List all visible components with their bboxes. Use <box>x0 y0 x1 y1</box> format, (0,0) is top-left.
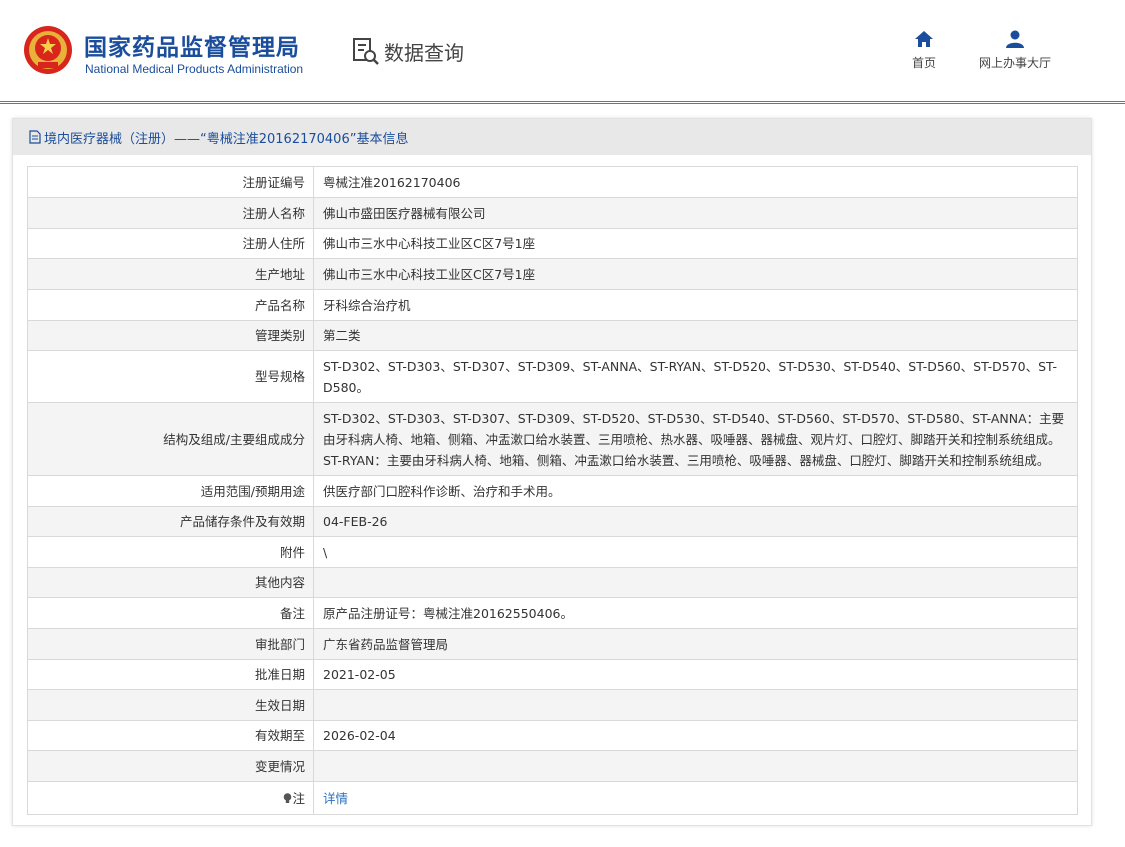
row-label: 注册人名称 <box>27 197 314 229</box>
table-row: 型号规格 ST-D302、ST-D303、ST-D307、ST-D309、ST-… <box>27 350 1078 403</box>
table-row: 结构及组成/主要组成成分 ST-D302、ST-D303、ST-D307、ST-… <box>27 402 1078 476</box>
row-value: ST-D302、ST-D303、ST-D307、ST-D309、ST-D520、… <box>313 402 1078 476</box>
row-label: 注册人住所 <box>27 228 314 259</box>
row-label: 管理类别 <box>27 320 314 351</box>
row-label: 附件 <box>27 536 314 568</box>
site-title-en: National Medical Products Administration <box>85 62 304 76</box>
panel-title: 境内医疗器械（注册）——“粤械注准20162170406”基本信息 <box>44 131 409 147</box>
row-label: 有效期至 <box>27 720 314 751</box>
row-value: 广东省药品监督管理局 <box>313 628 1078 660</box>
table-row: 审批部门 广东省药品监督管理局 <box>27 628 1078 660</box>
national-emblem-icon <box>24 26 72 74</box>
document-icon <box>29 130 41 144</box>
data-query-label: 数据查询 <box>384 40 464 65</box>
nav-online-hall[interactable]: 网上办事大厅 <box>979 30 1051 71</box>
row-value <box>313 750 1078 782</box>
data-query-title[interactable]: 数据查询 <box>352 36 464 66</box>
row-label: 产品储存条件及有效期 <box>27 506 314 537</box>
table-row: 注 详情 <box>27 781 1078 815</box>
table-row: 其他内容 <box>27 567 1078 598</box>
home-icon <box>915 31 933 47</box>
info-panel: 境内医疗器械（注册）——“粤械注准20162170406”基本信息 注册证编号 … <box>12 118 1092 826</box>
table-row: 注册人名称 佛山市盛田医疗器械有限公司 <box>27 197 1078 229</box>
table-row: 注册证编号 粤械注准20162170406 <box>27 166 1078 198</box>
row-value: ST-D302、ST-D303、ST-D307、ST-D309、ST-ANNA、… <box>313 350 1078 403</box>
row-label: 产品名称 <box>27 289 314 321</box>
search-document-icon <box>353 38 379 65</box>
row-value: 原产品注册证号：粤械注准20162550406。 <box>313 597 1078 629</box>
table-row: 生产地址 佛山市三水中心科技工业区C区7号1座 <box>27 258 1078 290</box>
row-value: 佛山市三水中心科技工业区C区7号1座 <box>313 228 1078 259</box>
table-row: 备注 原产品注册证号：粤械注准20162550406。 <box>27 597 1078 629</box>
table-row: 产品储存条件及有效期 04-FEB-26 <box>27 506 1078 537</box>
site-title-cn[interactable]: 国家药品监督管理局 <box>84 28 300 62</box>
table-row: 注册人住所 佛山市三水中心科技工业区C区7号1座 <box>27 228 1078 259</box>
nav-home[interactable]: 首页 <box>912 30 936 71</box>
row-value: 供医疗部门口腔科作诊断、治疗和手术用。 <box>313 475 1078 507</box>
row-value: 佛山市三水中心科技工业区C区7号1座 <box>313 258 1078 290</box>
user-icon <box>1006 30 1024 48</box>
header-divider <box>0 101 1125 104</box>
table-row: 适用范围/预期用途 供医疗部门口腔科作诊断、治疗和手术用。 <box>27 475 1078 507</box>
row-label: 备注 <box>27 597 314 629</box>
panel-header: 境内医疗器械（注册）——“粤械注准20162170406”基本信息 <box>13 119 1091 155</box>
row-label: 批准日期 <box>27 659 314 690</box>
table-row: 生效日期 <box>27 689 1078 721</box>
row-value: 佛山市盛田医疗器械有限公司 <box>313 197 1078 229</box>
table-row: 管理类别 第二类 <box>27 320 1078 351</box>
device-info-table: 注册证编号 粤械注准20162170406 注册人名称 佛山市盛田医疗器械有限公… <box>27 166 1078 815</box>
row-value: 第二类 <box>313 320 1078 351</box>
table-row: 变更情况 <box>27 750 1078 782</box>
row-value: 2026-02-04 <box>313 720 1078 751</box>
row-value: \ <box>313 536 1078 568</box>
row-value: 粤械注准20162170406 <box>313 166 1078 198</box>
row-label: 变更情况 <box>27 750 314 782</box>
row-value: 牙科综合治疗机 <box>313 289 1078 321</box>
row-label: 适用范围/预期用途 <box>27 475 314 507</box>
row-label: 注册证编号 <box>27 166 314 198</box>
row-value <box>313 689 1078 721</box>
note-row-label: 注 <box>292 790 305 806</box>
row-label: 审批部门 <box>27 628 314 660</box>
row-label: 生产地址 <box>27 258 314 290</box>
table-row: 有效期至 2026-02-04 <box>27 720 1078 751</box>
table-row: 产品名称 牙科综合治疗机 <box>27 289 1078 321</box>
site-header: 国家药品监督管理局 National Medical Products Admi… <box>0 0 1125 102</box>
row-label: 生效日期 <box>27 689 314 721</box>
row-label: 型号规格 <box>27 350 314 403</box>
row-value <box>313 567 1078 598</box>
note-row-label-cell: 注 <box>27 781 314 815</box>
nav-home-label: 首页 <box>912 56 937 70</box>
details-link[interactable]: 详情 <box>323 791 348 806</box>
row-label: 结构及组成/主要组成成分 <box>27 402 314 476</box>
table-row: 附件 \ <box>27 536 1078 568</box>
nav-online-hall-label: 网上办事大厅 <box>979 56 1052 70</box>
row-value: 2021-02-05 <box>313 659 1078 690</box>
table-row: 批准日期 2021-02-05 <box>27 659 1078 690</box>
row-value: 04-FEB-26 <box>313 506 1078 537</box>
row-label: 其他内容 <box>27 567 314 598</box>
